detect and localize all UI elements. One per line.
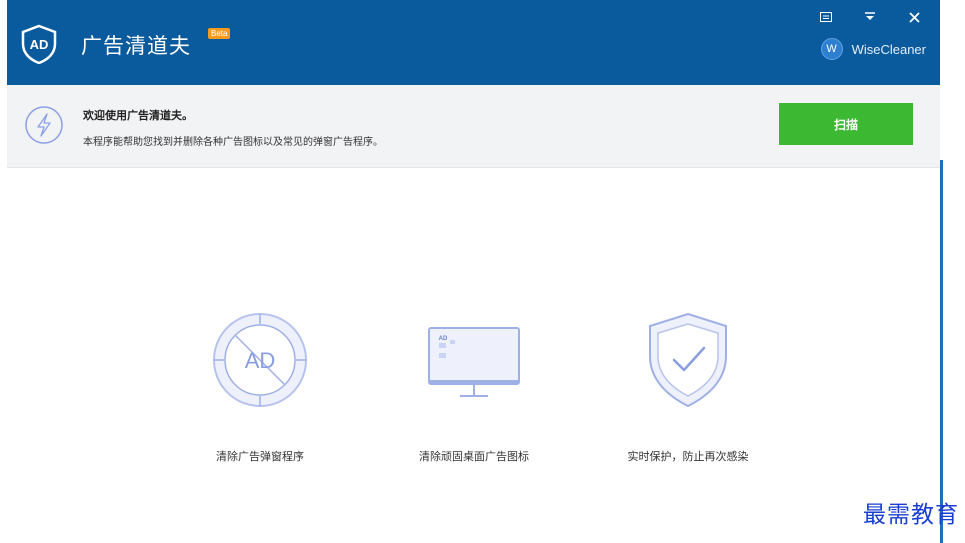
close-button[interactable] [903,8,925,26]
menu-button[interactable] [815,8,837,26]
ad-target-icon: AD [213,313,307,407]
monitor-icon: AD [428,327,520,397]
banner-description: 本程序能帮助您找到并删除各种广告图标以及常见的弹窗广告程序。 [83,137,383,148]
svg-text:AD: AD [30,37,49,52]
welcome-banner: 欢迎使用广告清道夫。 本程序能帮助您找到并删除各种广告图标以及常见的弹窗广告程序… [7,85,940,168]
watermark: 最需教育 [863,502,959,528]
ad-target-text: AD [245,348,276,373]
feature-label: 实时保护，防止再次感染 [627,450,749,463]
window-edge [940,160,943,543]
feature-label: 清除顽固桌面广告图标 [419,450,529,463]
feature-remove-popups: AD 清除广告弹窗程序 [165,310,355,464]
brand-name: WiseCleaner [851,41,926,57]
menu-icon [820,12,832,22]
feature-label: 清除广告弹窗程序 [216,450,304,463]
shield-check-icon [649,312,727,408]
close-icon [908,11,920,23]
lightning-icon [25,106,63,144]
app-title: 广告清道夫 [81,34,191,58]
monitor-ad-text: AD [439,336,448,342]
beta-badge: Beta [208,28,231,39]
banner-title: 欢迎使用广告清道夫。 [83,109,193,122]
minimize-icon [865,12,875,20]
ad-shield-icon: AD [21,24,57,64]
app-window: AD 广告清道夫 Beta W WiseCleaner 欢迎使用广告清道夫。 本… [7,0,940,543]
brand-badge: W [820,38,843,60]
brand[interactable]: W WiseCleaner [820,38,926,60]
feature-remove-desktop-icons: AD 清除顽固桌面广告图标 [379,310,569,464]
minimize-button[interactable] [859,8,881,26]
feature-realtime-protection: 实时保护，防止再次感染 [593,310,783,464]
titlebar: AD 广告清道夫 Beta W WiseCleaner [7,0,940,85]
scan-button[interactable]: 扫描 [779,103,913,145]
